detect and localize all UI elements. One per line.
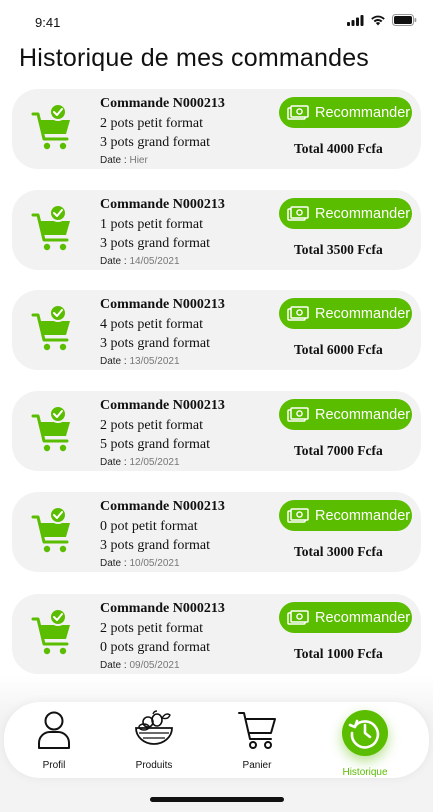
- cart-icon: [237, 710, 277, 750]
- status-bar: 9:41: [0, 0, 433, 44]
- nav-label-profil: Profil: [42, 760, 66, 771]
- nav-label-produits: Produits: [135, 760, 173, 771]
- cart-check-icon: [31, 204, 70, 251]
- order-small-pots: 2 pots petit format: [100, 418, 204, 433]
- order-card: Commande N000213 4 pots petit format 3 p…: [12, 290, 421, 370]
- home-indicator: [150, 797, 284, 802]
- reorder-button[interactable]: Recommander: [279, 602, 412, 633]
- nav-item-panier[interactable]: Panier: [217, 702, 297, 778]
- reorder-button-label: Recommander: [315, 305, 411, 322]
- cart-check-icon: [31, 405, 70, 452]
- order-info: Commande N000213 4 pots petit format 3 p…: [100, 296, 225, 367]
- order-title: Commande N000213: [100, 96, 225, 111]
- order-total: Total 7000 Fcfa: [294, 443, 383, 458]
- nav-label-historique: Historique: [342, 767, 388, 778]
- order-date-label: Date :: [100, 356, 130, 367]
- signal-icon: [347, 14, 364, 26]
- order-card: Commande N000213 2 pots petit format 3 p…: [12, 89, 421, 169]
- order-small-pots: 1 pots petit format: [100, 217, 204, 232]
- order-date-value: 13/05/2021: [129, 356, 180, 367]
- nav-item-produits[interactable]: Produits: [114, 702, 194, 778]
- status-icons: [347, 14, 417, 26]
- reorder-button[interactable]: Recommander: [279, 298, 412, 329]
- page-title: Historique de mes commandes: [19, 44, 369, 72]
- money-icon: [287, 507, 309, 523]
- cart-check-icon: [31, 608, 70, 655]
- order-total: Total 4000 Fcfa: [294, 141, 383, 156]
- nav-label-panier: Panier: [242, 760, 272, 771]
- nav-item-historique[interactable]: Historique: [325, 702, 405, 778]
- order-small-pots: 0 pot petit format: [100, 519, 198, 534]
- order-date-label: Date :: [100, 256, 130, 267]
- cart-check-icon: [31, 304, 70, 351]
- order-title: Commande N000213: [100, 398, 225, 413]
- order-date: Date : 10/05/2021: [100, 558, 225, 569]
- order-date-value: Hier: [129, 155, 148, 166]
- battery-icon: [392, 14, 417, 26]
- order-large-pots: 5 pots grand format: [100, 437, 211, 452]
- order-small-pots: 4 pots petit format: [100, 317, 204, 332]
- order-date-value: 09/05/2021: [129, 660, 180, 671]
- order-title: Commande N000213: [100, 601, 225, 616]
- order-date: Date : 09/05/2021: [100, 660, 225, 671]
- order-date-label: Date :: [100, 660, 130, 671]
- order-total: Total 3000 Fcfa: [294, 544, 383, 559]
- order-total: Total 6000 Fcfa: [294, 342, 383, 357]
- order-title: Commande N000213: [100, 499, 225, 514]
- reorder-button-label: Recommander: [315, 104, 411, 121]
- order-info: Commande N000213 1 pots petit format 3 p…: [100, 196, 225, 267]
- order-card: Commande N000213 2 pots petit format 5 p…: [12, 391, 421, 471]
- reorder-button[interactable]: Recommander: [279, 399, 412, 430]
- reorder-button-label: Recommander: [315, 609, 411, 626]
- order-large-pots: 3 pots grand format: [100, 135, 211, 150]
- order-date: Date : 14/05/2021: [100, 256, 225, 267]
- reorder-button-label: Recommander: [315, 507, 411, 524]
- money-icon: [287, 205, 309, 221]
- money-icon: [287, 305, 309, 321]
- wifi-icon: [371, 15, 385, 25]
- order-card: Commande N000213 1 pots petit format 3 p…: [12, 190, 421, 270]
- order-date: Date : 12/05/2021: [100, 457, 225, 468]
- nav-item-profil[interactable]: Profil: [14, 702, 94, 778]
- basket-icon: [133, 710, 175, 750]
- order-date-value: 14/05/2021: [129, 256, 180, 267]
- bottom-nav: Profil Produits Panier Historique: [4, 702, 429, 778]
- order-card: Commande N000213 2 pots petit format 0 p…: [12, 594, 421, 674]
- order-large-pots: 3 pots grand format: [100, 236, 211, 251]
- reorder-button[interactable]: Recommander: [279, 97, 412, 128]
- order-small-pots: 2 pots petit format: [100, 116, 204, 131]
- cart-check-icon: [31, 506, 70, 553]
- order-date-label: Date :: [100, 457, 130, 468]
- order-total: Total 3500 Fcfa: [294, 242, 383, 257]
- order-info: Commande N000213 2 pots petit format 3 p…: [100, 95, 225, 166]
- reorder-button-label: Recommander: [315, 406, 411, 423]
- order-date-value: 12/05/2021: [129, 457, 180, 468]
- order-large-pots: 3 pots grand format: [100, 538, 211, 553]
- order-date: Date : 13/05/2021: [100, 356, 225, 367]
- history-icon: [342, 710, 388, 756]
- reorder-button-label: Recommander: [315, 205, 411, 222]
- order-large-pots: 3 pots grand format: [100, 336, 211, 351]
- money-icon: [287, 104, 309, 120]
- order-date-value: 10/05/2021: [129, 558, 180, 569]
- order-card: Commande N000213 0 pot petit format 3 po…: [12, 492, 421, 572]
- order-date-label: Date :: [100, 155, 130, 166]
- order-info: Commande N000213 2 pots petit format 0 p…: [100, 600, 225, 671]
- reorder-button[interactable]: Recommander: [279, 500, 412, 531]
- status-time: 9:41: [35, 15, 61, 30]
- order-large-pots: 0 pots grand format: [100, 640, 211, 655]
- order-title: Commande N000213: [100, 197, 225, 212]
- order-title: Commande N000213: [100, 297, 225, 312]
- order-date-label: Date :: [100, 558, 130, 569]
- order-small-pots: 2 pots petit format: [100, 621, 204, 636]
- order-info: Commande N000213 0 pot petit format 3 po…: [100, 498, 225, 569]
- money-icon: [287, 609, 309, 625]
- order-date: Date : Hier: [100, 155, 225, 166]
- user-icon: [37, 710, 71, 750]
- cart-check-icon: [31, 103, 70, 150]
- money-icon: [287, 406, 309, 422]
- order-info: Commande N000213 2 pots petit format 5 p…: [100, 397, 225, 468]
- order-total: Total 1000 Fcfa: [294, 646, 383, 661]
- reorder-button[interactable]: Recommander: [279, 198, 412, 229]
